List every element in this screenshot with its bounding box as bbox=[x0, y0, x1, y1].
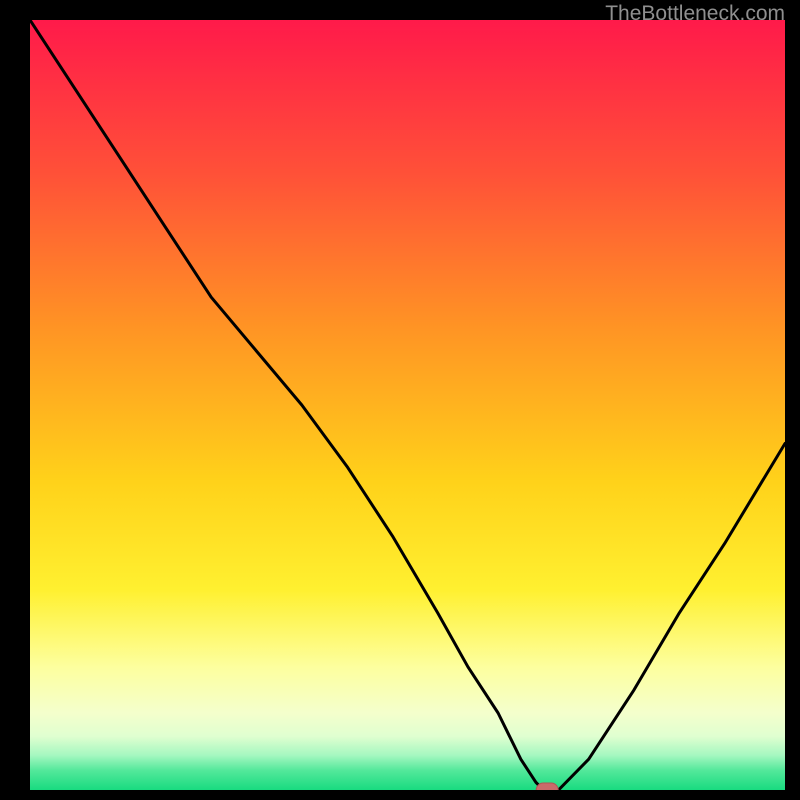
attribution-text: TheBottleneck.com bbox=[605, 2, 785, 26]
plot-area bbox=[30, 20, 785, 790]
chart-svg bbox=[30, 20, 785, 790]
chart-frame: TheBottleneck.com bbox=[0, 0, 800, 800]
gradient-background bbox=[30, 20, 785, 790]
optimum-marker bbox=[536, 783, 558, 790]
